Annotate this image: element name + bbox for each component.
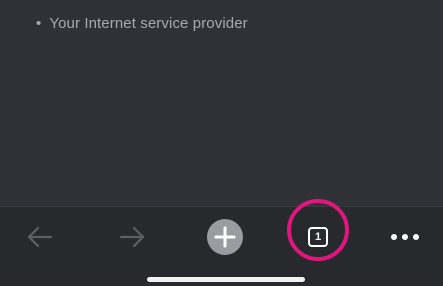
plus-circle-icon	[207, 219, 243, 255]
new-tab-button[interactable]	[203, 215, 247, 259]
forward-button[interactable]	[110, 215, 154, 259]
home-indicator[interactable]	[147, 277, 305, 282]
tab-count-icon: 1	[308, 227, 328, 247]
ellipsis-icon	[391, 234, 419, 240]
forward-arrow-icon	[119, 226, 145, 248]
bullet-dot: •	[36, 15, 42, 32]
browser-screen: • Your Internet service provider 1	[0, 0, 443, 286]
bullet-item-text: Your Internet service provider	[49, 15, 248, 32]
back-arrow-icon	[27, 226, 53, 248]
page-content: • Your Internet service provider	[0, 0, 443, 206]
tab-switcher-button[interactable]: 1	[296, 215, 340, 259]
bottom-toolbar: 1	[0, 199, 443, 286]
more-menu-button[interactable]	[383, 215, 427, 259]
back-button[interactable]	[18, 215, 62, 259]
bullet-list-item: • Your Internet service provider	[36, 15, 248, 32]
